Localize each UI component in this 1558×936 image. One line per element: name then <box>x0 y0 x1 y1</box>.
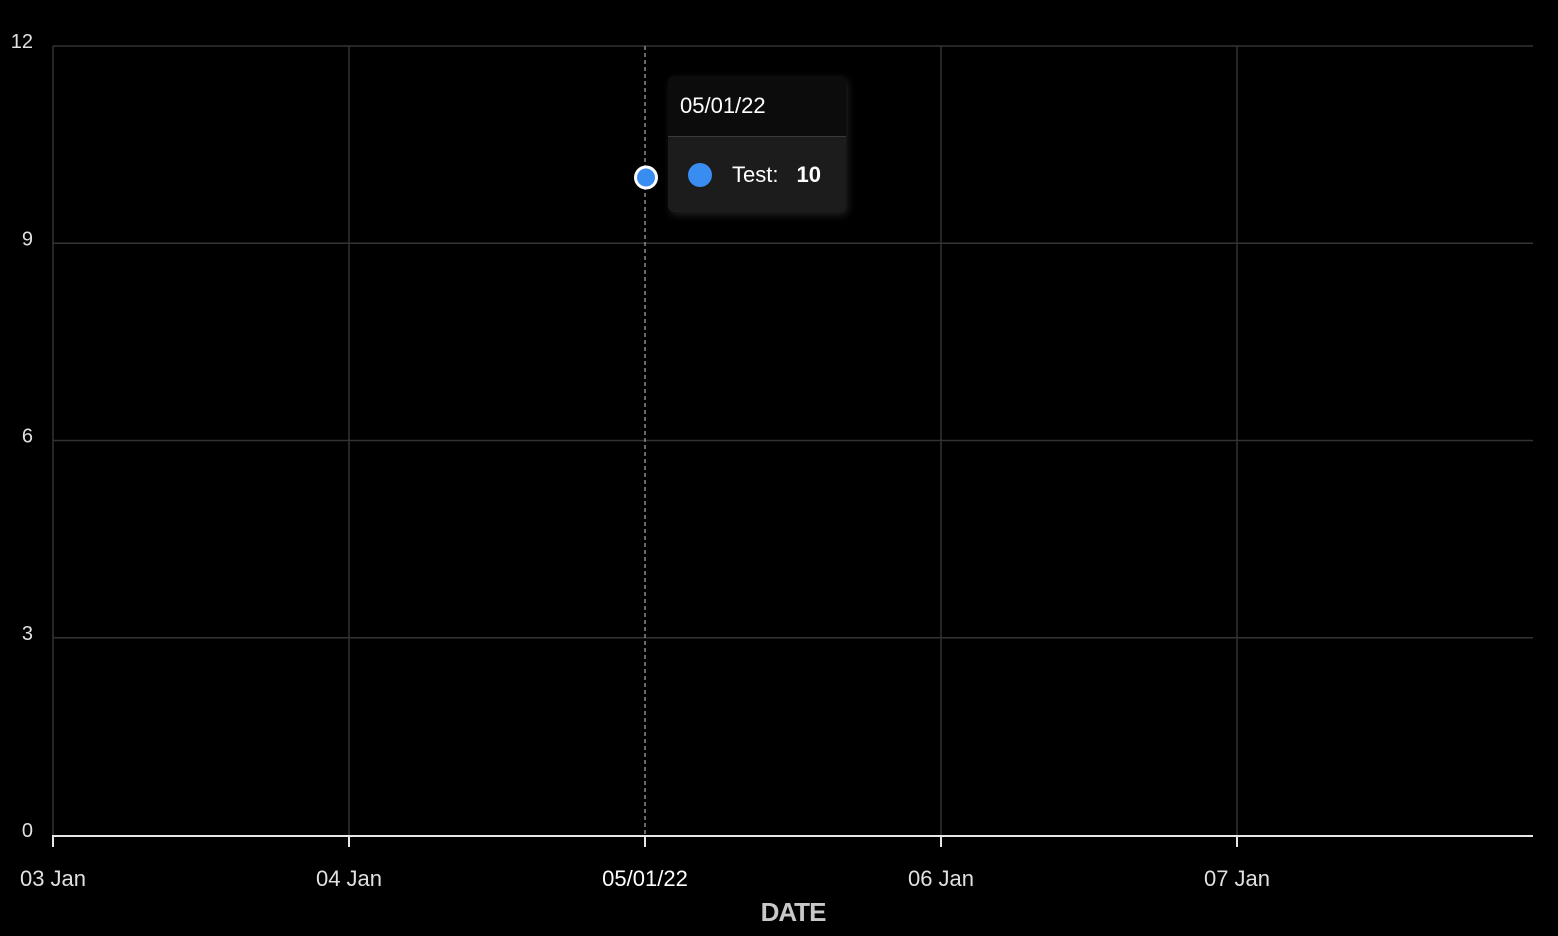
chart: 0 3 6 9 12 03 Jan 04 Jan 05/01/22 06 Jan 07 Jan D… <box>0 0 1558 936</box>
tooltip-series-label: Test: <box>732 161 779 187</box>
data-point <box>637 168 655 187</box>
y-tick-label: 9 <box>22 228 33 250</box>
y-tick-label: 12 <box>11 31 33 53</box>
tick-labels: 0 3 6 9 12 03 Jan 04 Jan 05/01/22 06 Jan 07 Jan <box>11 31 1270 891</box>
tooltip-title: 05/01/22 <box>668 76 846 137</box>
tooltip-value: 10 <box>796 161 821 187</box>
x-tick-label: 05/01/22 <box>602 866 688 891</box>
x-tick-label: 04 Jan <box>316 866 382 891</box>
tooltip: 05/01/22 Test: 10 <box>668 76 846 212</box>
series-marker-icon <box>688 162 712 187</box>
x-tick-label: 03 Jan <box>20 866 86 891</box>
x-tick-label: 07 Jan <box>1204 866 1270 891</box>
axes <box>52 835 1533 847</box>
x-tick-label: 06 Jan <box>908 866 974 891</box>
x-axis-title: DATE <box>761 897 827 927</box>
y-tick-label: 3 <box>22 623 33 645</box>
y-tick-label: 6 <box>22 426 33 448</box>
data-points <box>634 165 658 190</box>
tooltip-series-row: Test: 10 <box>668 137 846 212</box>
y-tick-label: 0 <box>22 820 33 842</box>
